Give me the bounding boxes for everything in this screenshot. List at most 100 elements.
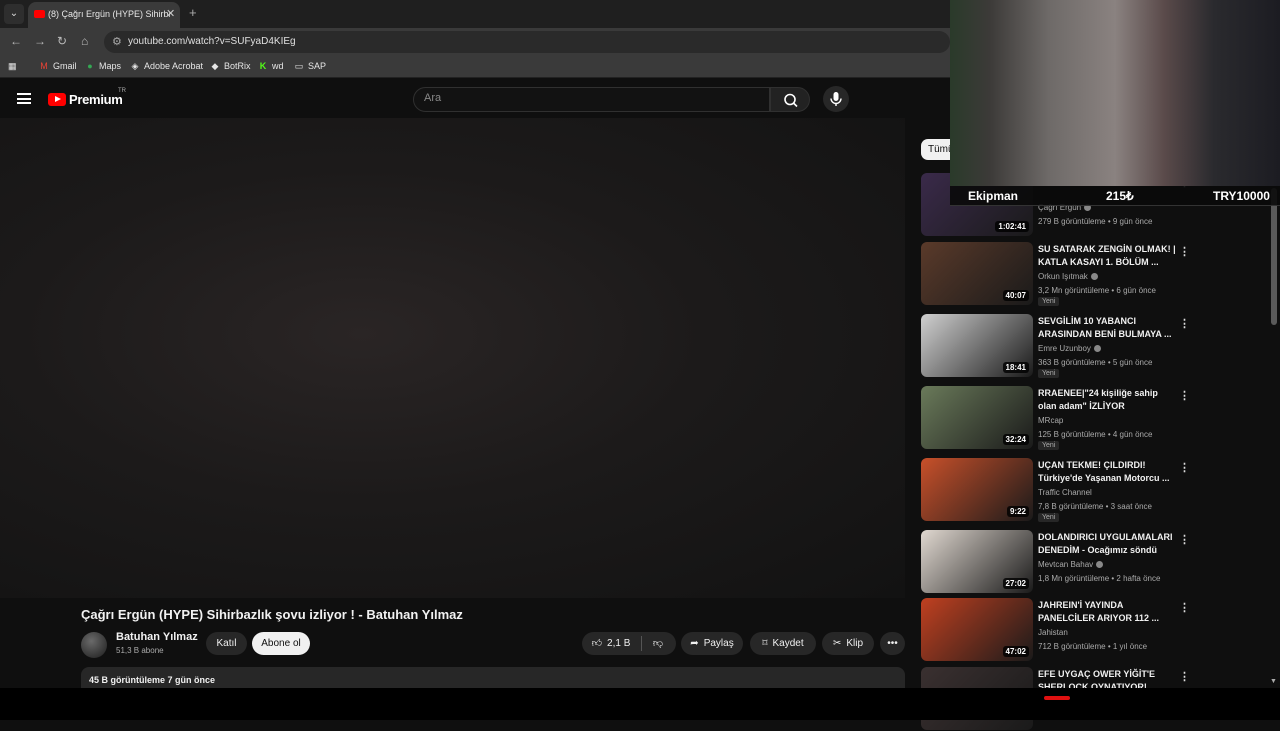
new-badge: Yeni [1038,513,1060,522]
logo-text: Premium [69,92,123,107]
verified-check-icon [1093,345,1101,353]
streamer-webcam-overlay [950,0,1280,186]
site-info-icon[interactable]: ⚙ [112,35,122,48]
recommendation-channel[interactable]: Emre Uzunboy [1038,344,1101,353]
acrobat-icon: ◈ [131,61,139,71]
channel-name-text: Mevtcan Bahav [1038,560,1094,569]
save-button[interactable]: ⌑ Kaydet [750,632,816,655]
more-vertical-icon[interactable]: ⋮ [1179,670,1190,683]
like-button[interactable]: 👍︎ 2,1 B [582,632,640,655]
verified-check-icon [1090,273,1098,281]
channel-avatar[interactable] [81,632,107,658]
recommendation-views: 1,8 Mn görüntüleme • 2 hafta önce [1038,574,1161,583]
more-actions-button[interactable]: ••• [880,632,905,655]
clip-button[interactable]: ✂ Klip [822,632,874,655]
video-thumbnail[interactable]: 47:02 [921,598,1033,661]
video-thumbnail[interactable]: 18:41 [921,314,1033,377]
search-input[interactable] [424,92,754,104]
tab-list-button[interactable]: ⌄ [4,4,24,24]
recommendation-title[interactable]: SEVGİLİM 10 YABANCI ARASINDAN BENİ BULMA… [1038,315,1178,341]
recommendation-item[interactable]: 40:07 SU SATARAK ZENGİN OLMAK! | KATLA KA… [921,242,1271,306]
maps-pin-icon: ● [87,61,93,71]
recommendation-title[interactable]: SU SATARAK ZENGİN OLMAK! | KATLA KASAYI … [1038,243,1178,269]
filter-chip-all[interactable]: Tümü [921,139,953,160]
like-count: 2,1 B [607,638,631,649]
taskbar-strip [0,688,1280,720]
video-player[interactable] [0,118,905,598]
menu-icon[interactable] [17,93,31,104]
search-box [413,87,770,112]
thumbs-up-icon: 👍︎ [591,638,603,649]
home-icon[interactable]: ⌂ [81,34,88,48]
like-divider [641,636,642,651]
more-vertical-icon[interactable]: ⋮ [1179,601,1190,614]
video-duration: 27:02 [1002,578,1029,589]
channel-name-text: Orkun Işıtmak [1038,272,1088,281]
more-vertical-icon[interactable]: ⋮ [1179,389,1190,402]
voice-search-button[interactable] [823,86,849,112]
new-tab-icon[interactable]: + [189,5,197,20]
back-icon[interactable]: ← [10,34,22,48]
video-thumbnail[interactable]: 32:24 [921,386,1033,449]
goal-label: Ekipman [968,189,1019,203]
verified-check-icon [1096,561,1104,569]
dislike-button[interactable]: 👎︎ [643,632,673,655]
address-bar[interactable]: ⚙ youtube.com/watch?v=SUFyaD4KIEg [104,31,950,53]
video-thumbnail[interactable]: 9:22 [921,458,1033,521]
video-thumbnail[interactable]: 40:07 [921,242,1033,305]
more-vertical-icon[interactable]: ⋮ [1179,317,1190,330]
kick-icon: K [259,61,267,71]
recommendation-title[interactable]: JAHREIN'İ YAYINDA PANELCİLER ARIYOR 112 … [1038,599,1178,625]
scrollbar-thumb[interactable] [1271,188,1277,325]
recommendation-item[interactable]: 27:02 DOLANDIRICI UYGULAMALARI DENEDİM - … [921,530,1271,594]
recommendation-views: 7,8 B görüntüleme • 3 saat önce [1038,502,1152,511]
recommendation-item[interactable]: 18:41 SEVGİLİM 10 YABANCI ARASINDAN BENİ … [921,314,1271,378]
search-icon [784,93,798,108]
gmail-icon: M [40,61,48,71]
apps-grid-icon[interactable]: ▦ [8,61,17,72]
search-button[interactable] [770,87,810,112]
forward-icon[interactable]: → [34,34,46,48]
donation-goal-bar: Ekipman 215₺ TRY10000 [950,186,1280,206]
bookmark-sap[interactable]: ▭ SAP [294,61,326,72]
video-duration: 47:02 [1002,646,1029,657]
scroll-down-arrow-icon[interactable]: ▼ [1270,678,1277,685]
bookmark-botrix[interactable]: ◆ BotRix [210,61,251,72]
video-thumbnail[interactable]: 27:02 [921,530,1033,593]
recommendation-item[interactable]: 9:22 UÇAN TEKME! ÇILDIRDI! Türkiye'de Yaş… [921,458,1271,522]
reload-icon[interactable]: ↻ [57,34,67,48]
join-button[interactable]: Katıl [206,632,247,655]
recommendation-item[interactable]: 32:24 RRAENEE|"24 kişiliğe sahip olan ada… [921,386,1271,450]
video-duration: 18:41 [1002,362,1029,373]
more-vertical-icon[interactable]: ⋮ [1179,245,1190,258]
recommendation-title[interactable]: UÇAN TEKME! ÇILDIRDI! Türkiye'de Yaşanan… [1038,459,1178,485]
url-text: youtube.com/watch?v=SUFyaD4KIEg [128,36,296,47]
bookmark-wd[interactable]: Kwd [258,61,284,71]
bookmark-adobe-acrobat[interactable]: ◈ Adobe Acrobat [130,61,204,72]
more-vertical-icon[interactable]: ⋮ [1179,461,1190,474]
recommendation-views: 712 B görüntüleme • 1 yıl önce [1038,642,1148,651]
browser-tab-bar: ⌄ (8) Çağrı Ergün (HYPE) Sihirbazlı ✕ + [0,0,950,28]
recommendation-title[interactable]: RRAENEE|"24 kişiliğe sahip olan adam" İZ… [1038,387,1178,413]
browser-toolbar: ← → ↻ ⌂ ⚙ youtube.com/watch?v=SUFyaD4KIE… [0,28,950,56]
recommendation-item[interactable]: 47:02 JAHREIN'İ YAYINDA PANELCİLER ARIYOR… [921,598,1271,662]
recommendation-channel[interactable]: Mevtcan Bahav [1038,560,1104,569]
recommendation-title[interactable]: DOLANDIRICI UYGULAMALARI DENEDİM - Ocağı… [1038,531,1178,557]
tab-close-icon[interactable]: ✕ [166,7,175,20]
bookmark-gmail[interactable]: M Gmail [39,61,76,71]
recommendation-channel[interactable]: MRcap [1038,416,1063,425]
channel-name[interactable]: Batuhan Yılmaz [116,631,198,643]
browser-tab-active[interactable]: (8) Çağrı Ergün (HYPE) Sihirbazlı ✕ [28,2,180,28]
youtube-favicon-icon [34,10,45,18]
folder-icon: ▭ [294,61,304,71]
bookmark-maps[interactable]: ● Maps [85,61,121,71]
more-vertical-icon[interactable]: ⋮ [1179,533,1190,546]
video-duration: 32:24 [1002,434,1029,445]
subscribe-button[interactable]: Abone ol [252,632,310,655]
channel-name-text: Traffic Channel [1038,488,1092,497]
recommendation-channel[interactable]: Traffic Channel [1038,488,1092,497]
share-button[interactable]: ➦ Paylaş [681,632,743,655]
recommendation-channel[interactable]: Orkun Işıtmak [1038,272,1098,281]
bookmarks-bar: ▦ M Gmail ● Maps ◈ Adobe Acrobat ◆ BotRix Kw… [0,56,950,78]
recommendation-channel[interactable]: Jahistan [1038,628,1068,637]
